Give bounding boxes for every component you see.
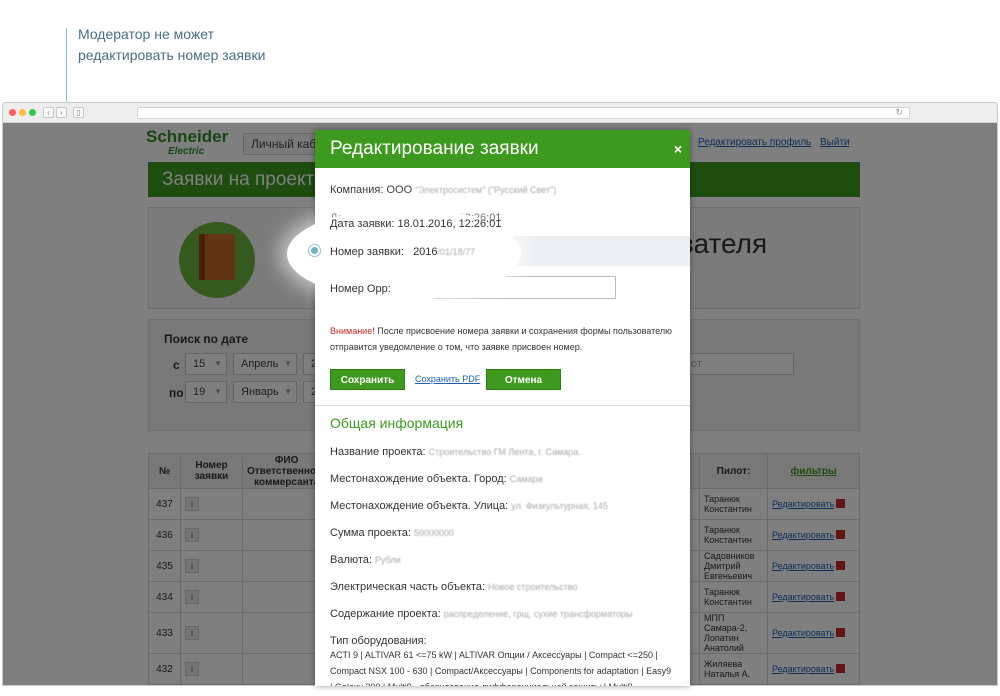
request-number-label: Номер заявки: [330, 246, 404, 258]
field-value: распределение, грщ, сухие трансформаторы [443, 609, 633, 619]
field-value: Самара [509, 474, 543, 484]
equipment-value: ACTI 9 | ALTIVAR 61 <=75 kW | ALTIVAR Оп… [330, 650, 672, 686]
close-window-icon[interactable] [9, 109, 16, 116]
section-divider [315, 405, 690, 406]
company-label: Компания: ООО [330, 184, 413, 196]
annotation-callout: Модератор не может редактировать номер з… [78, 24, 265, 66]
cancel-button[interactable]: Отмена [486, 369, 561, 390]
browser-toolbar: ‹ › ▯ ↻ [3, 103, 997, 123]
field-value: Строительство ГМ Лента, г. Самара. [428, 447, 581, 457]
field-value: Рубли [375, 555, 401, 565]
annotation-line-1: Модератор не может [78, 26, 214, 42]
field-content: Содержание проекта: распределение, грщ, … [330, 608, 632, 620]
sidebar-toggle-icon[interactable]: ▯ [73, 107, 84, 118]
field-value: 50000000 [414, 528, 455, 538]
request-number-row: Номер заявки: 2016/01/18/77 [330, 246, 475, 258]
company-value: "Электросистем" ("Русский Свет") [415, 185, 557, 195]
modal-header: Редактирование заявки × [315, 130, 690, 168]
annotation-line-2: редактировать номер заявки [78, 47, 266, 63]
forward-icon[interactable]: › [56, 107, 67, 118]
opp-label: Номер Opp: [330, 283, 391, 295]
request-number-blurred: /01/18/77 [437, 247, 476, 257]
field-label: Местонахождение объекта. Улица: [330, 500, 509, 512]
date-label: Дата заявки: [330, 218, 395, 230]
equipment-label: Тип оборудования: [330, 635, 427, 647]
save-button[interactable]: Сохранить [330, 369, 405, 390]
field-label: Сумма проекта: [330, 527, 411, 539]
warning-body: После присвоение номера заявки и сохране… [330, 326, 672, 352]
reload-icon[interactable]: ↻ [895, 107, 903, 118]
field-sum: Сумма проекта: 50000000 [330, 527, 454, 539]
maximize-window-icon[interactable] [29, 109, 36, 116]
field-label: Электрическая часть объекта: [330, 581, 486, 593]
field-city: Местонахождение объекта. Город: Самара [330, 473, 543, 485]
field-electric-part: Электрическая часть объекта: Новое строи… [330, 581, 578, 593]
mag-date-row: Дата заявки: 18.01.2016, 12:26:01 [330, 218, 501, 230]
minimize-window-icon[interactable] [19, 109, 26, 116]
company-row: Компания: ООО "Электросистем" ("Русский … [330, 184, 556, 196]
annotation-dot [309, 245, 320, 256]
field-label: Валюта: [330, 554, 372, 566]
warning-prefix: Внимание! [330, 326, 375, 336]
field-street: Местонахождение объекта. Улица: ул. Физк… [330, 500, 608, 512]
field-label: Содержание проекта: [330, 608, 441, 620]
field-label: Название проекта: [330, 446, 426, 458]
field-value: ул. Физкультурная, 145 [511, 501, 608, 511]
back-icon[interactable]: ‹ [43, 107, 54, 118]
close-icon[interactable]: × [674, 130, 682, 168]
request-number-value: 2016 [413, 246, 438, 258]
mag-opp-row: Номер Opp: [330, 283, 391, 295]
field-label: Местонахождение объекта. Город: [330, 473, 507, 485]
date-value: 18.01.2016, 12:26:01 [397, 218, 502, 230]
field-value: Новое строительство [488, 582, 578, 592]
field-project-name: Название проекта: Строительство ГМ Лента… [330, 446, 581, 458]
address-bar[interactable]: ↻ [137, 107, 910, 119]
save-pdf-link[interactable]: Сохранить PDF [415, 374, 480, 384]
field-currency: Валюта: Рубли [330, 554, 401, 566]
general-info-title: Общая информация [330, 415, 464, 431]
warning-text: Внимание! После присвоение номера заявки… [330, 323, 680, 355]
modal-title: Редактирование заявки [330, 138, 539, 159]
